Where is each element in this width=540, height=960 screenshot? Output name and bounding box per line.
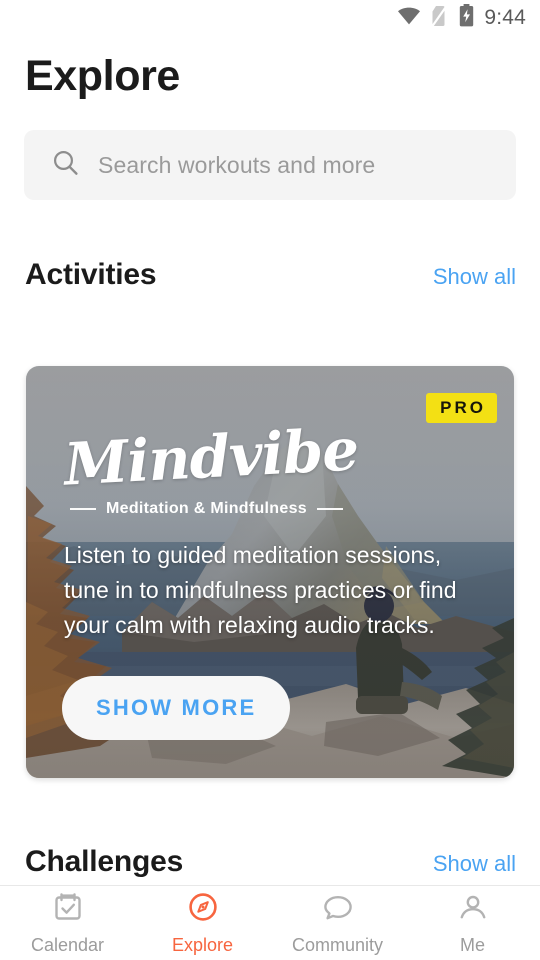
nav-label-me: Me <box>459 935 485 955</box>
page-title: Explore <box>25 52 180 100</box>
nav-item-me[interactable]: Me <box>405 890 540 956</box>
section-header-activities: Activities Show all <box>0 258 540 292</box>
nav-item-calendar[interactable]: Calendar <box>0 890 135 956</box>
bottom-navigation-bar: Calendar Explore Community Me <box>0 885 540 960</box>
app-screen: 9:44 Explore Activities Show all <box>0 0 540 960</box>
tagline-rule-right <box>316 508 343 510</box>
sim-off-icon <box>431 4 449 32</box>
show-more-button[interactable]: SHOW MORE <box>62 676 291 740</box>
section-header-challenges: Challenges Show all <box>0 845 540 879</box>
nav-item-explore[interactable]: Explore <box>135 890 270 956</box>
brand-tagline-row: Meditation & Mindfulness <box>64 500 343 518</box>
search-icon <box>52 149 80 182</box>
person-icon <box>456 890 490 929</box>
search-bar[interactable] <box>24 130 516 200</box>
chat-bubble-icon <box>321 890 355 929</box>
battery-charging-icon <box>459 4 474 32</box>
compass-icon <box>186 890 220 929</box>
nav-label-community: Community <box>291 935 384 955</box>
status-bar: 9:44 <box>0 0 540 36</box>
show-all-activities[interactable]: Show all <box>433 264 516 290</box>
section-title-activities: Activities <box>25 258 157 291</box>
card-description: Listen to guided meditation sessions, tu… <box>64 542 457 638</box>
activity-card-mindvibe[interactable]: PRO Mindvibe Meditation & Mindfulness Li… <box>26 366 514 778</box>
calendar-check-icon <box>51 890 85 929</box>
section-title-challenges: Challenges <box>25 845 184 878</box>
brand-name: Mindvibe <box>62 415 360 499</box>
nav-label-calendar: Calendar <box>30 935 105 955</box>
card-brand: Mindvibe Meditation & Mindfulness <box>26 415 514 518</box>
wifi-icon <box>397 7 421 30</box>
tagline-rule-left <box>70 508 96 510</box>
pro-badge: PRO <box>426 393 497 423</box>
nav-item-community[interactable]: Community <box>270 890 405 956</box>
search-input[interactable] <box>98 151 478 179</box>
nav-label-explore: Explore <box>171 935 234 955</box>
brand-tagline: Meditation & Mindfulness <box>106 500 307 517</box>
show-all-challenges[interactable]: Show all <box>433 851 516 877</box>
status-bar-clock: 9:44 <box>484 6 526 29</box>
